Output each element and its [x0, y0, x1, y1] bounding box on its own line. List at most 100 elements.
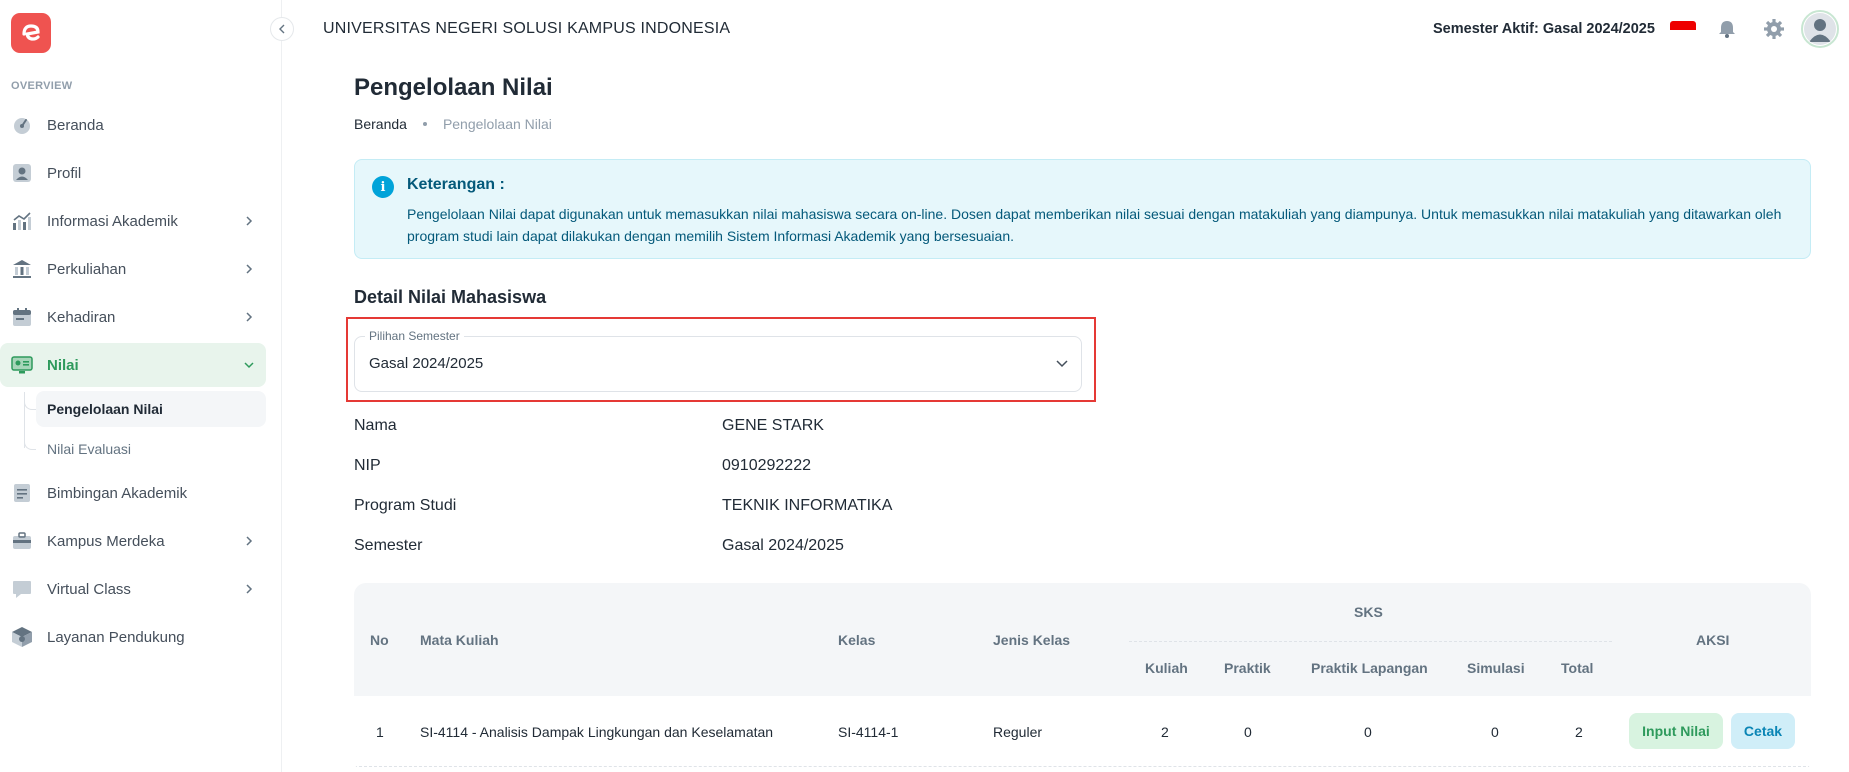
- calendar-icon: [11, 306, 33, 328]
- submenu-tree-branch: [24, 436, 36, 450]
- sidebar-subitem-label: Pengelolaan Nilai: [47, 401, 163, 417]
- sidebar-item-nilai[interactable]: Nilai: [0, 343, 266, 387]
- briefcase-icon: [11, 530, 33, 552]
- input-nilai-button[interactable]: Input Nilai: [1629, 713, 1723, 749]
- sidebar-item-label: Layanan Pendukung: [47, 628, 185, 646]
- grades-table: No Mata Kuliah Kelas Jenis Kelas SKS Kul…: [354, 583, 1811, 772]
- notification-bell-icon[interactable]: [1715, 17, 1739, 41]
- file-icon: [11, 482, 33, 504]
- cell-kuliah: 2: [1161, 724, 1169, 740]
- info-value-nama: GENE STARK: [722, 417, 824, 434]
- cell-mata-kuliah: SI-4114 - Analisis Dampak Lingkungan dan…: [420, 724, 774, 740]
- breadcrumb-separator: [422, 122, 427, 126]
- th-praktik-lapangan: Praktik Lapangan: [1311, 660, 1428, 676]
- sidebar-item-label: Informasi Akademik: [47, 212, 178, 230]
- language-flag-icon[interactable]: [1670, 21, 1696, 37]
- breadcrumb-current: Pengelolaan Nilai: [442, 116, 552, 132]
- chevron-right-icon: [243, 535, 255, 547]
- cell-praktik-lapangan: 0: [1364, 724, 1372, 740]
- th-no: No: [370, 632, 389, 648]
- info-alert: i Keterangan : Pengelolaan Nilai dapat d…: [354, 159, 1811, 259]
- info-label-semester: Semester: [354, 537, 423, 554]
- cell-no: 1: [376, 724, 384, 740]
- th-mata-kuliah: Mata Kuliah: [420, 632, 499, 648]
- sidebar-item-label: Perkuliahan: [47, 260, 127, 278]
- sidebar-item-label: Bimbingan Akademik: [47, 484, 188, 502]
- sidebar-subitem-label: Nilai Evaluasi: [47, 441, 132, 457]
- chevron-right-icon: [243, 263, 255, 275]
- th-kuliah: Kuliah: [1145, 660, 1188, 676]
- chevron-right-icon: [243, 215, 255, 227]
- user-icon: [11, 162, 33, 184]
- breadcrumb: Beranda Pengelolaan Nilai: [354, 116, 552, 132]
- sidebar-item-label: Beranda: [47, 116, 104, 134]
- info-value-nip: 0910292222: [722, 457, 811, 474]
- sidebar-collapse-button[interactable]: [270, 17, 294, 41]
- cell-praktik: 0: [1244, 724, 1252, 740]
- sidebar-item-kehadiran[interactable]: Kehadiran: [0, 295, 266, 339]
- sidebar-item-label: Profil: [47, 164, 82, 182]
- analytics-icon: [11, 210, 33, 232]
- sidebar-item-label: Kehadiran: [47, 308, 116, 326]
- info-label-nip: NIP: [354, 457, 381, 474]
- package-icon: [11, 626, 33, 648]
- alert-text: Pengelolaan Nilai dapat digunakan untuk …: [407, 206, 1782, 244]
- cetak-button[interactable]: Cetak: [1731, 713, 1795, 749]
- cell-jenis-kelas: Reguler: [993, 724, 1043, 740]
- settings-gear-icon[interactable]: [1762, 17, 1786, 41]
- university-name: UNIVERSITAS NEGERI SOLUSI KAMPUS INDONES…: [323, 20, 731, 37]
- cell-simulasi: 0: [1491, 724, 1499, 740]
- section-title: Detail Nilai Mahasiswa: [354, 287, 547, 307]
- sidebar-item-informasi-akademik[interactable]: Informasi Akademik: [0, 199, 266, 243]
- user-avatar[interactable]: [1801, 10, 1839, 48]
- semester-select-value: Gasal 2024/2025: [369, 355, 484, 372]
- sidebar-item-kampus-merdeka[interactable]: Kampus Merdeka: [0, 519, 266, 563]
- chevron-right-icon: [243, 583, 255, 595]
- th-divider: [1129, 641, 1612, 642]
- sidebar: OVERVIEW Beranda Profil Informasi Akadem…: [0, 0, 282, 772]
- sidebar-item-label: Nilai: [47, 356, 79, 374]
- table-header: [354, 583, 1811, 696]
- info-label-program-studi: Program Studi: [354, 497, 457, 514]
- grade-icon: [11, 354, 33, 376]
- sidebar-item-profil[interactable]: Profil: [0, 151, 266, 195]
- th-praktik: Praktik: [1224, 660, 1271, 676]
- sidebar-item-layanan-pendukung[interactable]: Layanan Pendukung: [0, 615, 266, 659]
- sidebar-item-bimbingan-akademik[interactable]: Bimbingan Akademik: [0, 471, 266, 515]
- user-avatar-icon: [1809, 19, 1831, 42]
- info-value-semester: Gasal 2024/2025: [722, 537, 844, 554]
- sidebar-subitem-nilai-evaluasi[interactable]: Nilai Evaluasi: [36, 431, 266, 467]
- sidebar-item-perkuliahan[interactable]: Perkuliahan: [0, 247, 266, 291]
- building-icon: [11, 258, 33, 280]
- chevron-down-icon: [1055, 357, 1069, 371]
- submenu-tree-branch: [24, 396, 36, 410]
- chevron-down-icon: [243, 359, 255, 371]
- th-total: Total: [1561, 660, 1594, 676]
- sidebar-item-virtual-class[interactable]: Virtual Class: [0, 567, 266, 611]
- sidebar-item-beranda[interactable]: Beranda: [0, 103, 266, 147]
- dashboard-icon: [11, 114, 33, 136]
- th-simulasi: Simulasi: [1467, 660, 1525, 676]
- page-title: Pengelolaan Nilai: [354, 74, 553, 101]
- cell-kelas: SI-4114-1: [838, 724, 899, 740]
- sidebar-item-label: Virtual Class: [47, 580, 131, 598]
- sidebar-section-label: OVERVIEW: [11, 80, 73, 92]
- cell-total: 2: [1575, 724, 1583, 740]
- active-semester-label: Semester Aktif: Gasal 2024/2025: [1433, 21, 1655, 37]
- row-divider: [354, 766, 1811, 767]
- info-value-program-studi: TEKNIK INFORMATIKA: [722, 497, 893, 514]
- breadcrumb-home-link[interactable]: Beranda: [354, 116, 407, 132]
- chevron-left-icon: [279, 24, 285, 34]
- app-logo[interactable]: [11, 13, 51, 53]
- info-label-nama: Nama: [354, 417, 397, 434]
- th-sks: SKS: [1354, 604, 1383, 620]
- info-icon: i: [372, 176, 394, 198]
- th-aksi: AKSI: [1696, 632, 1730, 648]
- th-kelas: Kelas: [838, 632, 876, 648]
- semester-select[interactable]: Pilihan Semester Gasal 2024/2025: [354, 329, 1082, 392]
- chat-icon: [11, 578, 33, 600]
- semester-select-label: Pilihan Semester: [365, 329, 464, 343]
- alert-title: Keterangan :: [407, 176, 505, 193]
- th-jenis-kelas: Jenis Kelas: [993, 632, 1071, 648]
- sidebar-subitem-pengelolaan-nilai[interactable]: Pengelolaan Nilai: [36, 391, 266, 427]
